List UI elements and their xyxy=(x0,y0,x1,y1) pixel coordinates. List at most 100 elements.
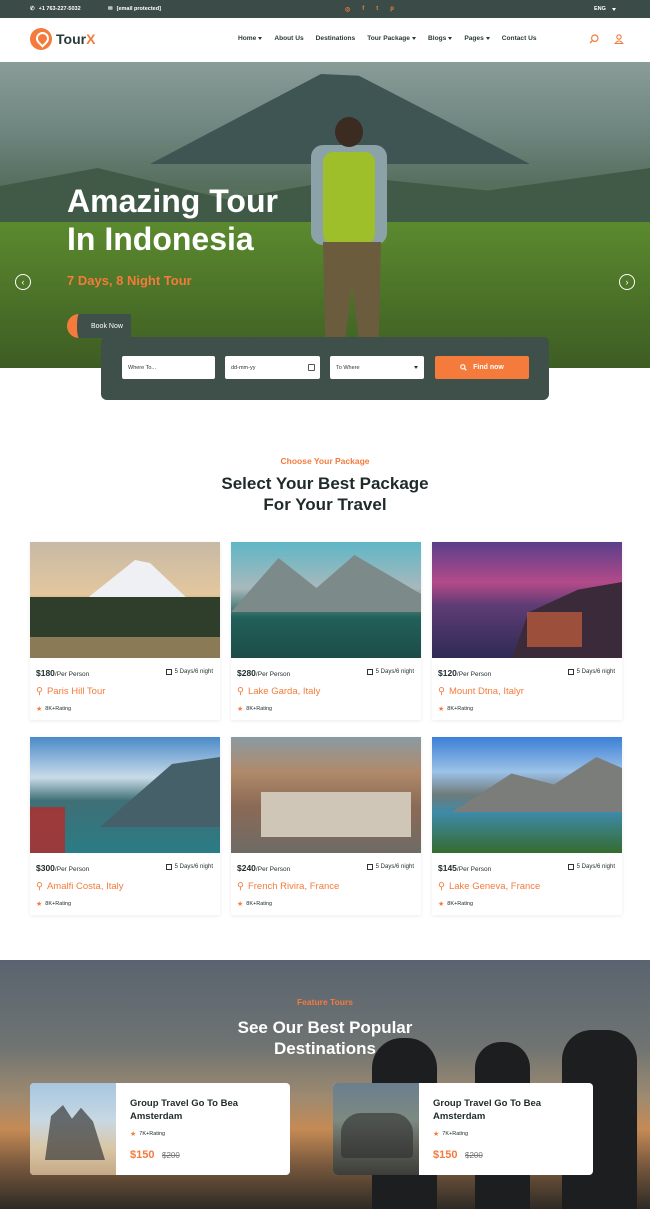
package-card[interactable]: $120/Per Person 5 Days/6 night ⚲ Mount Dt… xyxy=(432,542,622,720)
language-select[interactable]: ENG xyxy=(594,6,616,12)
menu-item-destinations[interactable]: Destinations xyxy=(316,35,356,42)
star-icon: ★ xyxy=(438,706,445,713)
featured-card-price: $150 xyxy=(130,1149,155,1161)
package-duration: 5 Days/6 night xyxy=(366,864,414,870)
package-image xyxy=(432,542,622,658)
clock-icon xyxy=(567,864,574,870)
featured-card-title: Group Travel Go To Bea Amsterdam xyxy=(130,1098,239,1122)
map-pin-icon: ⚲ xyxy=(237,686,244,697)
clock-icon xyxy=(366,864,373,870)
facebook-icon[interactable]: f xyxy=(362,6,364,13)
featured-kicker: Feature Tours xyxy=(296,997,354,1007)
chevron-down-icon xyxy=(611,7,616,11)
star-icon: ★ xyxy=(36,706,43,713)
search-icon xyxy=(460,364,467,371)
package-image xyxy=(231,737,421,853)
map-pin-icon: ⚲ xyxy=(36,881,43,892)
package-name[interactable]: ⚲ French Rivira, France xyxy=(237,881,339,892)
package-card[interactable]: $280/Per Person 5 Days/6 night ⚲ Lake Gar… xyxy=(231,542,421,720)
package-image xyxy=(30,542,220,658)
book-now-button[interactable]: Book Now xyxy=(67,314,131,338)
user-icon[interactable] xyxy=(614,34,624,44)
hero-title: Amazing Tour In Indonesia xyxy=(67,183,278,257)
package-name[interactable]: ⚲ Lake Geneva, France xyxy=(438,881,540,892)
package-image xyxy=(432,737,622,853)
featured-card-rating: ★ 7K+Rating xyxy=(130,1131,166,1138)
menu-item-about[interactable]: About Us xyxy=(274,35,303,42)
menu-item-home[interactable]: Home xyxy=(238,35,263,42)
logo[interactable]: TourX xyxy=(30,28,95,50)
packages-kicker: Choose Your Package xyxy=(280,456,370,466)
instagram-icon[interactable]: ◎ xyxy=(345,6,350,13)
phone-number: +1 763-227-5032 xyxy=(38,6,81,12)
package-duration: 5 Days/6 night xyxy=(165,864,213,870)
chevron-left-icon: ‹ xyxy=(21,276,25,287)
packages-title: Select Your Best Package For Your Travel xyxy=(221,474,429,514)
clock-icon xyxy=(165,669,172,675)
featured-image xyxy=(30,1083,116,1175)
package-rating: ★ 8K+Rating xyxy=(438,901,474,908)
chevron-down-icon xyxy=(258,37,263,40)
package-duration: 5 Days/6 night xyxy=(567,864,615,870)
logo-text: TourX xyxy=(56,31,96,47)
featured-card-old-price: $200 xyxy=(465,1151,483,1160)
where-to-input[interactable]: Where To... xyxy=(122,356,215,379)
menu-item-contact[interactable]: Contact Us xyxy=(502,35,537,42)
package-card[interactable]: $300/Per Person 5 Days/6 night ⚲ Amalfi C… xyxy=(30,737,220,915)
find-now-button[interactable]: Find now xyxy=(435,356,529,379)
star-icon: ★ xyxy=(36,901,43,908)
email-info[interactable]: ✉ [email protected] xyxy=(108,6,161,12)
package-price: $145/Per Person xyxy=(438,863,492,873)
menu: Home About Us Destinations Tour Package … xyxy=(238,35,537,42)
chevron-right-icon: › xyxy=(625,276,629,287)
package-name[interactable]: ⚲ Mount Dtna, Italyr xyxy=(438,686,524,697)
date-input[interactable]: dd-mm-yy xyxy=(225,356,320,379)
package-price: $180/Per Person xyxy=(36,668,90,678)
date-placeholder: dd-mm-yy xyxy=(231,364,256,371)
logo-mark-icon xyxy=(30,28,52,50)
star-icon: ★ xyxy=(130,1131,137,1138)
menu-item-blogs[interactable]: Blogs xyxy=(428,35,453,42)
map-pin-icon: ⚲ xyxy=(438,881,445,892)
slider-prev-button[interactable]: ‹ xyxy=(15,274,31,290)
to-where-select[interactable]: To Where xyxy=(330,356,424,379)
package-duration: 5 Days/6 night xyxy=(165,669,213,675)
slider-next-button[interactable]: › xyxy=(619,274,635,290)
featured-card[interactable]: Group Travel Go To Bea Amsterdam ★ 7K+Rati… xyxy=(30,1083,290,1175)
clock-icon xyxy=(366,669,373,675)
calendar-icon xyxy=(308,364,315,371)
package-price: $120/Per Person xyxy=(438,668,492,678)
pinterest-icon[interactable]: p xyxy=(390,6,394,13)
package-rating: ★ 8K+Rating xyxy=(237,706,273,713)
hero-banner: Amazing Tour In Indonesia 7 Days, 8 Night… xyxy=(0,62,650,368)
twitter-icon[interactable]: t xyxy=(376,6,378,13)
menu-item-tour-package[interactable]: Tour Package xyxy=(367,35,416,42)
clock-icon xyxy=(567,669,574,675)
package-card[interactable]: $240/Per Person 5 Days/6 night ⚲ French R… xyxy=(231,737,421,915)
email-address: [email protected] xyxy=(116,6,161,12)
package-price: $280/Per Person xyxy=(237,668,291,678)
package-image xyxy=(30,737,220,853)
package-name[interactable]: ⚲ Lake Garda, Italy xyxy=(237,686,320,697)
featured-card[interactable]: Group Travel Go To Bea Amsterdam ★ 7K+Rati… xyxy=(333,1083,593,1175)
package-rating: ★ 8K+Rating xyxy=(36,901,72,908)
featured-title: See Our Best Popular Destinations xyxy=(237,1018,413,1058)
menu-item-pages[interactable]: Pages xyxy=(464,35,490,42)
package-duration: 5 Days/6 night xyxy=(567,669,615,675)
package-price: $300/Per Person xyxy=(36,863,90,873)
package-card[interactable]: $145/Per Person 5 Days/6 night ⚲ Lake Gen… xyxy=(432,737,622,915)
top-bar: ✆ +1 763-227-5032 ✉ [email protected] ◎ … xyxy=(0,0,650,18)
find-now-label: Find now xyxy=(473,364,504,371)
package-rating: ★ 8K+Rating xyxy=(237,901,273,908)
package-card[interactable]: $180/Per Person 5 Days/6 night ⚲ Paris Hi… xyxy=(30,542,220,720)
map-pin-icon: ⚲ xyxy=(438,686,445,697)
search-icon[interactable] xyxy=(589,34,599,44)
package-duration: 5 Days/6 night xyxy=(366,669,414,675)
phone-info[interactable]: ✆ +1 763-227-5032 xyxy=(30,6,81,12)
main-navigation: TourX Home About Us Destinations Tour Pa… xyxy=(0,18,650,62)
package-name[interactable]: ⚲ Paris Hill Tour xyxy=(36,686,105,697)
package-name[interactable]: ⚲ Amalfi Costa, Italy xyxy=(36,881,124,892)
hero-subtitle: 7 Days, 8 Night Tour xyxy=(67,273,192,288)
nav-icons xyxy=(589,34,624,44)
featured-card-old-price: $200 xyxy=(162,1151,180,1160)
